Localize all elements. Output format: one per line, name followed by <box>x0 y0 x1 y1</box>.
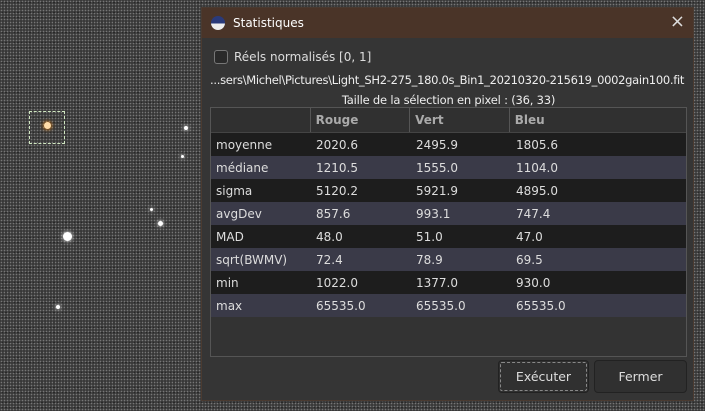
cell-value: 65535.0 <box>416 298 466 313</box>
star <box>158 221 163 226</box>
normalized-checkbox[interactable]: Réels normalisés [0, 1] <box>214 50 371 64</box>
title-bar[interactable]: Statistiques × <box>202 8 693 38</box>
cell-value: 1805.6 <box>516 137 558 152</box>
cell-value: 72.4 <box>316 252 343 267</box>
cell-value: 78.9 <box>416 252 443 267</box>
cell-value: 47.0 <box>516 229 543 244</box>
row-label: médiane <box>216 160 269 175</box>
cell-value: 5921.9 <box>416 183 458 198</box>
dialog-title: Statistiques <box>233 16 304 30</box>
selection-rectangle[interactable] <box>29 111 65 144</box>
table-row[interactable]: médiane 1210.5 1555.0 1104.0 <box>211 156 686 179</box>
star <box>63 232 72 241</box>
cell-value: 993.1 <box>416 206 451 221</box>
row-label: sqrt(BWMV) <box>216 252 288 267</box>
cell-value: 857.6 <box>316 206 351 221</box>
cell-value: 1210.5 <box>316 160 358 175</box>
cell-value: 51.0 <box>416 229 443 244</box>
star <box>184 126 188 130</box>
cell-value: 1022.0 <box>316 275 358 290</box>
cell-value: 1555.0 <box>416 160 458 175</box>
cell-value: 5120.2 <box>316 183 358 198</box>
row-label: moyenne <box>216 137 273 152</box>
cell-value: 2020.6 <box>316 137 358 152</box>
table-row[interactable]: min 1022.0 1377.0 930.0 <box>211 271 686 294</box>
statistics-table: Rouge Vert Bleu moyenne 2020.6 2495.9 1805.… <box>210 107 687 357</box>
cell-value: 48.0 <box>316 229 343 244</box>
row-label: avgDev <box>216 206 262 221</box>
close-button[interactable]: Fermer <box>594 360 687 393</box>
header-rouge[interactable]: Rouge <box>311 108 411 132</box>
table-row[interactable]: max 65535.0 65535.0 65535.0 <box>211 294 686 317</box>
header-cell[interactable] <box>211 108 311 132</box>
cell-value: 4895.0 <box>516 183 558 198</box>
row-label: min <box>216 275 239 290</box>
star <box>150 208 153 211</box>
selection-size: Taille de la sélection en pixel : (36, 3… <box>341 93 556 107</box>
table-row[interactable]: avgDev 857.6 993.1 747.4 <box>211 202 686 225</box>
app-logo-icon <box>211 16 225 30</box>
checkbox-label: Réels normalisés [0, 1] <box>234 50 372 64</box>
star <box>181 155 184 158</box>
file-path: ...sers\Michel\Pictures\Light_SH2-275_18… <box>210 73 685 87</box>
row-label: MAD <box>216 229 244 244</box>
execute-button[interactable]: Exécuter <box>498 360 589 393</box>
table-row[interactable]: moyenne 2020.6 2495.9 1805.6 <box>211 133 686 156</box>
row-label: max <box>216 298 243 313</box>
cell-value: 1104.0 <box>516 160 558 175</box>
row-label: sigma <box>216 183 253 198</box>
close-icon[interactable]: × <box>670 11 685 32</box>
cell-value: 2495.9 <box>416 137 458 152</box>
header-bleu[interactable]: Bleu <box>510 108 686 132</box>
cell-value: 65535.0 <box>316 298 366 313</box>
cell-value: 1377.0 <box>416 275 458 290</box>
cell-value: 69.5 <box>516 252 543 267</box>
header-vert[interactable]: Vert <box>410 108 510 132</box>
checkbox-box[interactable] <box>214 50 228 64</box>
cell-value: 747.4 <box>516 206 551 221</box>
statistics-dialog: Statistiques × Réels normalisés [0, 1] .… <box>201 7 694 401</box>
cell-value: 65535.0 <box>516 298 566 313</box>
table-header: Rouge Vert Bleu <box>211 108 686 133</box>
cell-value: 930.0 <box>516 275 551 290</box>
star <box>56 305 60 309</box>
table-row[interactable]: sigma 5120.2 5921.9 4895.0 <box>211 179 686 202</box>
table-row[interactable]: MAD 48.0 51.0 47.0 <box>211 225 686 248</box>
table-row[interactable]: sqrt(BWMV) 72.4 78.9 69.5 <box>211 248 686 271</box>
